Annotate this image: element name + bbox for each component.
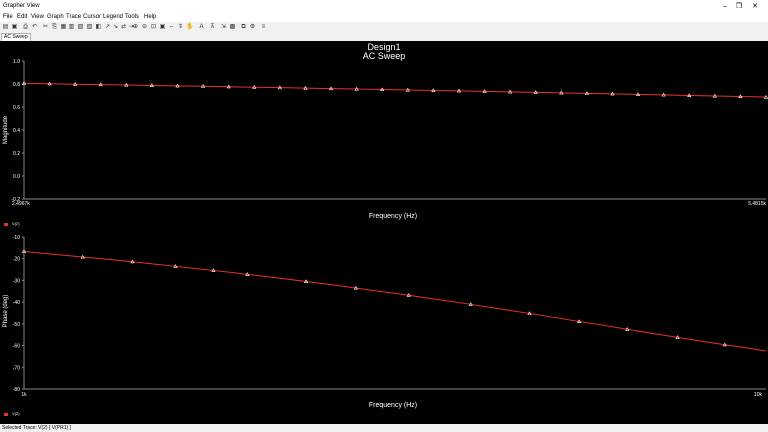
zoom-fit-icon[interactable]: ⊡ [150,24,157,31]
phase-y-tick-label: -20 [13,257,20,263]
magnitude-y-tick-label: 1.0 [13,59,20,65]
phase-y-tick-label: -10 [13,235,20,241]
phase-y-axis-label: Phase (deg) [3,295,9,328]
legend-trace-swatch [4,413,8,416]
status-bar: Selected Trace: V(2) [ V(PR1) ] [0,424,768,432]
status-text: Selected Trace: V(2) [ V(PR1) ] [2,425,71,431]
phase-y-tick-label: -30 [13,278,20,284]
cursor-pair-icon[interactable]: ↘ [112,24,119,31]
cursor-icon[interactable]: ↗ [104,24,111,31]
markers-icon[interactable]: ⊼ [209,24,216,31]
properties-icon[interactable]: ⚙ [249,24,256,31]
magnitude-x-tick-label: 2.4967k [12,201,30,207]
zoom-out-icon[interactable]: ⊖ [141,24,148,31]
menu-tools[interactable]: Tools [125,14,139,20]
legend-trace-swatch [4,223,8,226]
menu-view[interactable]: View [31,14,44,20]
phase-trace [23,251,767,352]
menu-bar: File Edit View Graph Trace Cursor Legend… [0,13,768,22]
phase-y-tick-label: -50 [13,322,20,328]
pan-icon[interactable]: ✋ [186,24,193,31]
zoom-y-icon[interactable]: ⇕ [177,24,184,31]
minimize-button[interactable]: – [718,1,732,12]
phase-y-tick-label: -70 [13,365,20,371]
phase-y-tick-label: -40 [13,300,20,306]
magnitude-y-tick-label: 0.4 [13,128,20,134]
settings-icon[interactable]: ≡ [260,24,267,31]
menu-trace[interactable]: Trace [66,14,81,20]
magnitude-y-tick-label: 0.8 [13,82,20,88]
phase-x-tick-label: 1k [21,392,27,398]
copy-graph-icon[interactable]: ⧉ [240,24,247,31]
grapher-chart[interactable]: Design1AC Sweep1.00.80.60.40.20.0-0.22.4… [0,41,768,424]
magnitude-y-tick-label: 0.0 [13,174,20,180]
export-image-icon[interactable]: ▩ [229,24,236,31]
magnitude-x-axis-label: Frequency (Hz) [369,213,417,220]
paste-icon[interactable]: ▦ [60,24,67,31]
cursor-move-icon[interactable]: ⇄ [120,24,127,31]
export-icon[interactable]: ⇲ [220,24,227,31]
title-bar: Grapher View – ❐ ✕ [0,0,768,13]
zoom-x-icon[interactable]: ⇔ [168,24,175,31]
magnitude-trace [23,82,767,98]
menu-help[interactable]: Help [144,14,156,20]
plot-area[interactable]: Design1 AC Sweep 1.0 0.8 0.6 0.4 0.2 0.0 -0.2 2.4… [0,41,768,424]
open-icon[interactable]: ▤ [2,24,9,31]
magnitude-x-tick-label: 5.4815k [748,201,766,207]
window-title: Grapher View [3,3,40,9]
print-icon[interactable]: ⎙ [22,24,29,31]
text-icon[interactable]: A [198,24,205,31]
color-icon[interactable]: ◧ [95,24,102,31]
phase-x-tick-label: 10k [754,392,763,398]
phase-x-axis-label: Frequency (Hz) [369,402,417,409]
undo-icon[interactable]: ↶ [31,24,38,31]
grid-toggle-icon[interactable]: ▧ [77,24,84,31]
maximize-button[interactable]: ❐ [732,1,746,12]
legend-label: V(2) [12,221,20,226]
menu-file[interactable]: File [3,14,13,20]
copy-icon[interactable]: ⎘ [51,24,58,31]
menu-graph[interactable]: Graph [47,14,64,20]
phase-y-tick-label: -60 [13,344,20,350]
tab-ac-sweep[interactable]: AC Sweep [1,33,31,41]
magnitude-y-tick-label: 0.6 [13,105,20,111]
zoom-in-icon[interactable]: ⊕ [132,24,139,31]
menu-cursor[interactable]: Cursor [83,14,101,20]
grid-icon[interactable]: ▥ [68,24,75,31]
magnitude-y-tick-label: 0.2 [13,151,20,157]
close-button[interactable]: ✕ [748,1,762,12]
legend-label: V(2) [12,411,20,416]
cut-icon[interactable]: ✂ [42,24,49,31]
menu-legend[interactable]: Legend [103,14,123,20]
zoom-area-icon[interactable]: ▣ [159,24,166,31]
legend-icon[interactable]: ▨ [86,24,93,31]
phase-y-tick-label: -80 [13,387,20,393]
tab-bar: AC Sweep [0,33,768,41]
magnitude-y-axis-label: Magnitude [3,115,9,144]
save-icon[interactable]: ▣ [11,24,18,31]
chart-subtitle: AC Sweep [363,51,406,61]
menu-edit[interactable]: Edit [17,14,27,20]
